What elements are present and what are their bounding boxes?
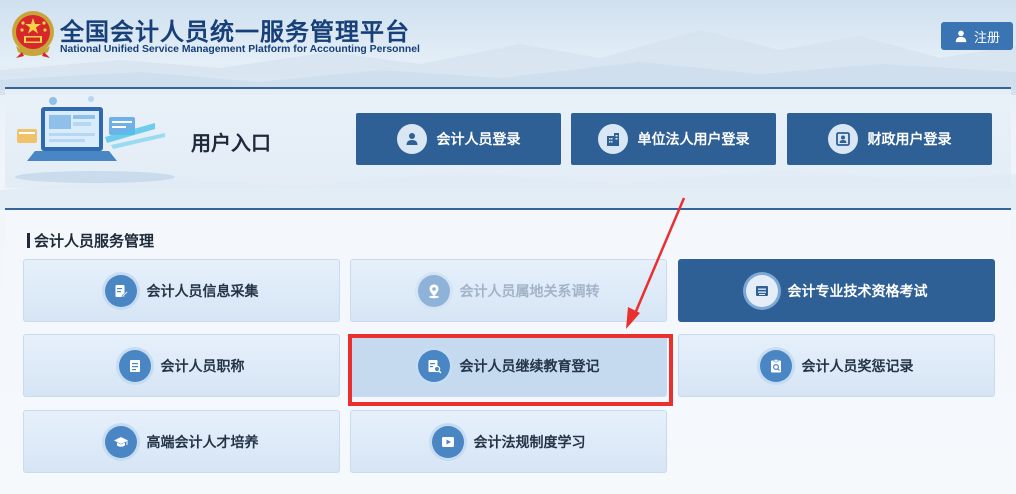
section-title: 会计人员服务管理: [27, 230, 154, 251]
service-label: 会计人员奖惩记录: [801, 358, 914, 375]
service-label: 会计人员职称: [160, 358, 245, 375]
icon-badge: [104, 274, 137, 307]
user-entry-panel: 用户入口 会计人员登录 单位法人用户登录 财政用户登录: [5, 87, 1011, 188]
icon-badge: [431, 425, 464, 458]
site-subtitle: National Unified Service Management Plat…: [60, 44, 420, 55]
user-icon: [955, 30, 967, 43]
icon-badge: [396, 124, 427, 154]
site-title: 全国会计人员统一服务管理平台: [60, 18, 410, 46]
clipboard-search-icon: [770, 358, 781, 372]
user-circle-icon: [406, 133, 417, 145]
senior-talent-tile[interactable]: 高端会计人才培养: [23, 410, 340, 473]
unit-legal-login-button[interactable]: 单位法人用户登录: [571, 113, 776, 165]
service-label: 高端会计人才培养: [146, 434, 259, 451]
document-search-icon: [428, 359, 441, 373]
icon-badge: [745, 274, 778, 307]
info-collection-tile[interactable]: 会计人员信息采集: [23, 259, 340, 322]
document-icon: [129, 359, 140, 372]
building-icon: [606, 133, 619, 146]
icon-badge: [417, 274, 450, 307]
exam-icon: [755, 285, 768, 296]
register-button[interactable]: 注册: [941, 22, 1013, 50]
graduation-cap-icon: [113, 436, 128, 447]
continuing-education-tile[interactable]: 会计人员继续教育登记: [350, 334, 667, 397]
service-label: 会计人员继续教育登记: [459, 358, 600, 375]
section-title-bar: [27, 233, 30, 248]
national-emblem-icon: [12, 11, 54, 58]
computer-illustration: [15, 96, 175, 183]
icon-badge: [597, 124, 628, 154]
login-button-label: 单位法人用户登录: [637, 132, 750, 148]
section-title-text: 会计人员服务管理: [34, 232, 155, 250]
professional-title-tile[interactable]: 会计人员职称: [23, 334, 340, 397]
user-entry-title: 用户入口: [191, 131, 271, 155]
qualification-exam-tile[interactable]: 会计专业技术资格考试: [678, 259, 995, 322]
site-header: 全国会计人员统一服务管理平台 National Unified Service …: [0, 0, 1016, 78]
login-button-label: 财政用户登录: [867, 132, 952, 148]
icon-badge: [118, 349, 151, 382]
edit-form-icon: [115, 284, 128, 297]
video-play-icon: [441, 436, 454, 447]
regulation-study-tile[interactable]: 会计法规制度学习: [350, 410, 667, 473]
finance-user-login-button[interactable]: 财政用户登录: [787, 113, 992, 165]
service-label: 会计人员信息采集: [146, 283, 259, 300]
location-icon: [428, 284, 439, 298]
accountant-login-button[interactable]: 会计人员登录: [356, 113, 561, 165]
icon-badge: [104, 425, 137, 458]
icon-badge: [759, 349, 792, 382]
register-label: 注册: [973, 30, 1000, 46]
service-label: 会计专业技术资格考试: [787, 283, 928, 300]
icon-badge: [827, 124, 858, 154]
rewards-penalties-tile[interactable]: 会计人员奖惩记录: [678, 334, 995, 397]
service-label: 会计人员属地关系调转: [459, 283, 600, 300]
login-button-label: 会计人员登录: [436, 132, 521, 148]
id-card-icon: [835, 132, 850, 146]
icon-badge: [417, 349, 450, 382]
service-label: 会计法规制度学习: [473, 434, 586, 451]
jurisdiction-transfer-tile[interactable]: 会计人员属地关系调转: [350, 259, 667, 322]
